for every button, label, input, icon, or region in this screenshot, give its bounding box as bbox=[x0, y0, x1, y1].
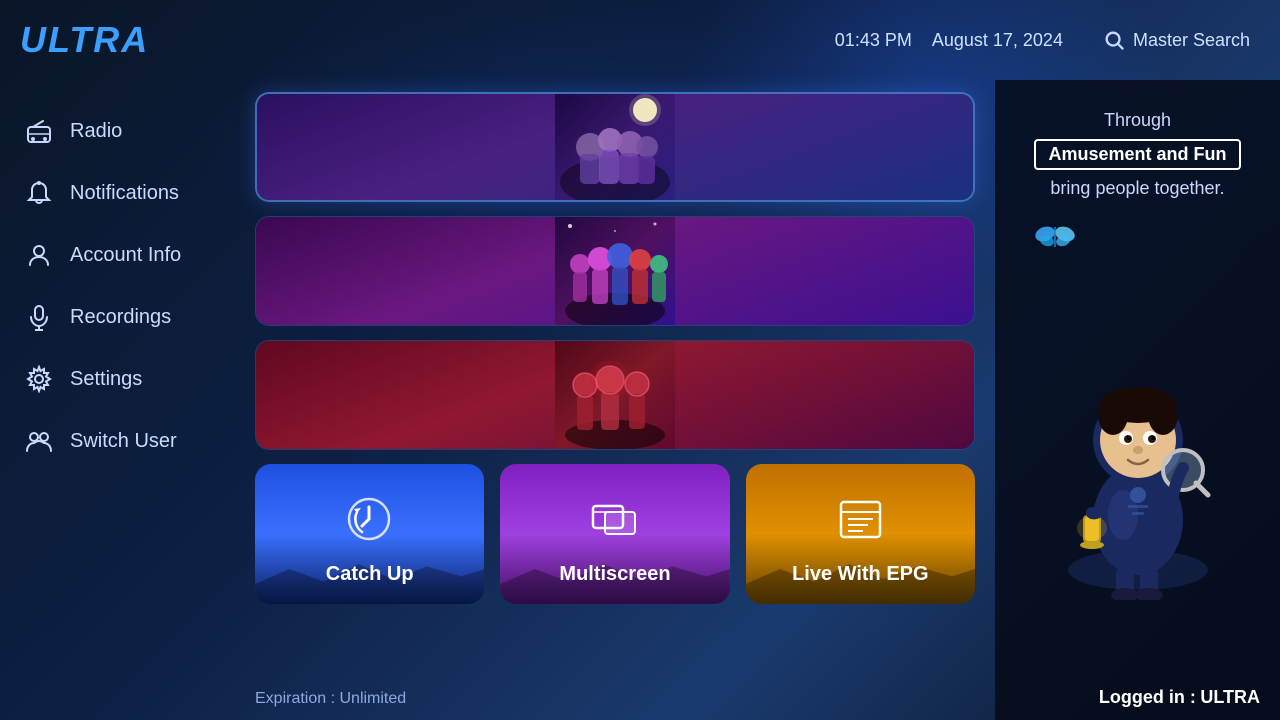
feature-cards: Catch Up Multiscreen bbox=[255, 464, 975, 604]
date-display: August 17, 2024 bbox=[932, 30, 1063, 51]
catch-up-card[interactable]: Catch Up bbox=[255, 464, 484, 604]
movies-card[interactable]: Movies Last updated: 12 secs ago bbox=[255, 216, 975, 326]
bell-icon bbox=[24, 178, 54, 208]
catchup-icon bbox=[340, 489, 400, 549]
promo-line1: Through bbox=[1034, 110, 1240, 131]
header-right: 01:43 PM August 17, 2024 Master Search bbox=[835, 29, 1250, 51]
master-search-label: Master Search bbox=[1133, 30, 1250, 51]
live-tv-card[interactable]: Live Tv Last updated: 14 secs ago bbox=[255, 92, 975, 202]
expiration-text: Expiration : Unlimited bbox=[255, 690, 406, 708]
character-area bbox=[1015, 219, 1260, 700]
character-illustration bbox=[1028, 320, 1248, 600]
promo-highlight: Amusement and Fun bbox=[1034, 139, 1240, 170]
promo-line3: bring people together. bbox=[1034, 178, 1240, 199]
logo: ULTRA bbox=[20, 19, 149, 61]
switch-user-icon bbox=[24, 426, 54, 456]
series-thumbnail bbox=[256, 341, 974, 449]
sidebar-item-switch-user[interactable]: Switch User bbox=[0, 410, 215, 472]
recordings-label: Recordings bbox=[70, 306, 171, 329]
catch-up-label: Catch Up bbox=[326, 563, 414, 586]
main-content: Live Tv Last updated: 14 secs ago bbox=[215, 80, 995, 720]
live-with-epg-label: Live With EPG bbox=[792, 563, 929, 586]
butterfly-decoration bbox=[1035, 219, 1075, 254]
logged-in-text: Logged in : ULTRA bbox=[1099, 687, 1260, 708]
sidebar-item-recordings[interactable]: Recordings bbox=[0, 286, 215, 348]
logged-in-user: ULTRA bbox=[1200, 687, 1260, 707]
search-icon bbox=[1103, 29, 1125, 51]
sidebar-item-radio[interactable]: Radio bbox=[0, 100, 215, 162]
radio-label: Radio bbox=[70, 120, 122, 143]
settings-icon bbox=[24, 364, 54, 394]
header: ULTRA 01:43 PM August 17, 2024 Master Se… bbox=[0, 0, 1280, 80]
switch-user-label: Switch User bbox=[70, 430, 177, 453]
movies-thumbnail bbox=[256, 217, 974, 325]
account-icon bbox=[24, 240, 54, 270]
multiscreen-card[interactable]: Multiscreen bbox=[500, 464, 729, 604]
sidebar-item-notifications[interactable]: Notifications bbox=[0, 162, 215, 224]
time-display: 01:43 PM bbox=[835, 30, 912, 51]
multiscreen-label: Multiscreen bbox=[559, 563, 670, 586]
radio-icon bbox=[24, 116, 54, 146]
datetime: 01:43 PM August 17, 2024 bbox=[835, 30, 1063, 51]
mic-icon bbox=[24, 302, 54, 332]
live-with-epg-card[interactable]: Live With EPG bbox=[746, 464, 975, 604]
account-info-label: Account Info bbox=[70, 244, 181, 267]
notifications-label: Notifications bbox=[70, 182, 179, 205]
master-search-button[interactable]: Master Search bbox=[1103, 29, 1250, 51]
multiscreen-icon bbox=[585, 489, 645, 549]
live-tv-thumbnail bbox=[257, 94, 973, 200]
epg-icon bbox=[830, 489, 890, 549]
settings-label: Settings bbox=[70, 368, 142, 391]
series-card[interactable]: Series Last updated: 10 secs ago bbox=[255, 340, 975, 450]
promo-text: Through Amusement and Fun bring people t… bbox=[1034, 110, 1240, 199]
sidebar: Radio Notifications Account Info bbox=[0, 80, 215, 720]
sidebar-item-account-info[interactable]: Account Info bbox=[0, 224, 215, 286]
right-panel: Through Amusement and Fun bring people t… bbox=[995, 80, 1280, 720]
sidebar-item-settings[interactable]: Settings bbox=[0, 348, 215, 410]
